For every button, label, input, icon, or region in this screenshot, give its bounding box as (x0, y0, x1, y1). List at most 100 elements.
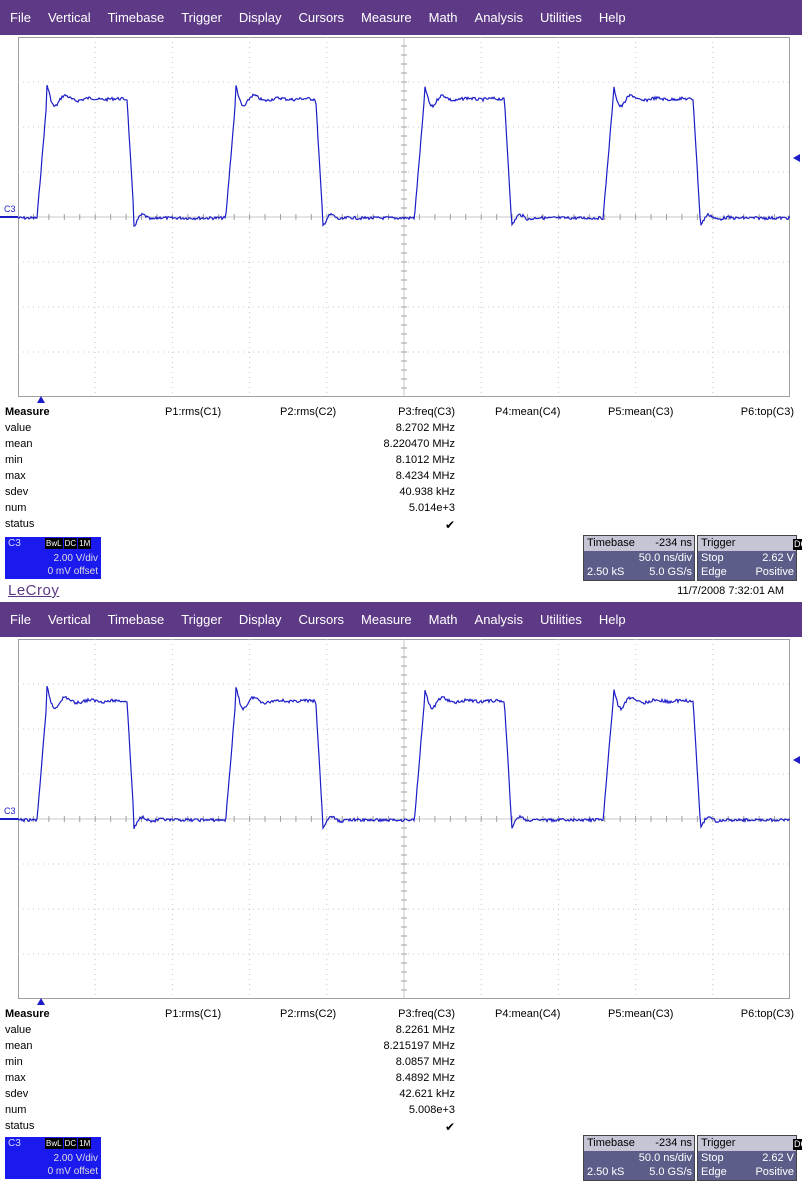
p3-max: 8.4892 MHz (395, 1072, 455, 1084)
param-header-p6[interactable]: P6:top(C3) (741, 406, 794, 418)
timebase-descriptor[interactable]: Timebase -234 ns 50.0 ns/div 2.50 kS 5.0 G… (583, 1135, 695, 1181)
menu-help[interactable]: Help (589, 612, 633, 627)
channel-ground-marker (0, 216, 18, 218)
param-header-p4[interactable]: P4:mean(C4) (495, 1008, 560, 1020)
measure-title[interactable]: Measure (5, 406, 50, 418)
row-label: mean (5, 438, 33, 450)
menu-file[interactable]: File (0, 10, 38, 25)
param-header-p5[interactable]: P5:mean(C3) (608, 406, 673, 418)
trigger-level-marker (793, 756, 800, 764)
badge-bwl: BwL (45, 1138, 63, 1149)
badge-1m: 1M (78, 538, 92, 549)
measure-row-num: num 5.014e+3 (0, 501, 802, 517)
p3-value: 8.2261 MHz (395, 1024, 455, 1036)
offset: 0 mV offset (47, 566, 98, 577)
param-header-p5[interactable]: P5:mean(C3) (608, 1008, 673, 1020)
trigger-level-marker (793, 154, 800, 162)
channel-ground-label: C3 (4, 806, 16, 816)
menu-timebase[interactable]: Timebase (98, 10, 172, 25)
menu-math[interactable]: Math (419, 612, 465, 627)
channel-badges: BwL DC 1M (45, 538, 92, 549)
trigger-slope: Positive (755, 566, 794, 578)
graticule (18, 639, 790, 999)
measure-row-mean: mean 8.220470 MHz (0, 437, 802, 453)
waveform-display[interactable] (18, 639, 790, 999)
menu-cursors[interactable]: Cursors (289, 10, 352, 25)
timestamp: 11/7/2008 7:32:01 AM (677, 585, 784, 597)
param-header-p1[interactable]: P1:rms(C1) (165, 1008, 221, 1020)
trigger-descriptor[interactable]: Trigger C3DC Stop2.62 V EdgePositive (697, 1135, 802, 1181)
param-header-p2[interactable]: P2:rms(C2) (280, 406, 336, 418)
badge-dc: DC (63, 538, 78, 549)
row-label: num (5, 502, 27, 514)
badge-dc: DC (63, 1138, 78, 1149)
menu-cursors[interactable]: Cursors (289, 612, 352, 627)
menu-file[interactable]: File (0, 612, 38, 627)
sample-count: 2.50 kS (587, 566, 625, 578)
timebase-label: Timebase (587, 537, 635, 549)
menu-analysis[interactable]: Analysis (465, 612, 530, 627)
trigger-label: Trigger (701, 537, 736, 549)
trigger-type: Edge (701, 566, 727, 578)
sample-rate: 5.0 GS/s (649, 566, 692, 578)
menu-help[interactable]: Help (589, 10, 633, 25)
trigger-mode: Stop (701, 552, 724, 564)
trigger-coupling-badge: DC (793, 539, 802, 550)
menu-utilities[interactable]: Utilities (530, 612, 589, 627)
param-header-p3[interactable]: P3:freq(C3) (398, 406, 455, 418)
menu-bar: File Vertical Timebase Trigger Display Cursor… (0, 602, 802, 637)
menu-math[interactable]: Math (419, 10, 465, 25)
menu-analysis[interactable]: Analysis (465, 10, 530, 25)
row-label: value (5, 1024, 32, 1036)
measure-row-sdev: sdev 42.621 kHz (0, 1087, 802, 1103)
measure-title[interactable]: Measure (5, 1008, 50, 1020)
menu-utilities[interactable]: Utilities (530, 10, 589, 25)
channel-descriptor[interactable]: C3 BwL DC 1M 2.00 V/div 0 mV offset (5, 1137, 101, 1179)
p3-mean: 8.215197 MHz (383, 1040, 455, 1052)
channel-descriptor[interactable]: C3 BwL DC 1M 2.00 V/div 0 mV offset (5, 537, 101, 579)
p3-num: 5.008e+3 (408, 1104, 455, 1116)
timebase-descriptor[interactable]: Timebase -234 ns 50.0 ns/div 2.50 kS 5.0 G… (583, 535, 695, 581)
menu-vertical[interactable]: Vertical (38, 612, 98, 627)
channel-badges: BwL DC 1M (45, 1138, 92, 1149)
menu-display[interactable]: Display (229, 10, 289, 25)
trigger-descriptor[interactable]: Trigger C3DC Stop2.62 V EdgePositive (697, 535, 802, 581)
menu-measure[interactable]: Measure (351, 612, 419, 627)
measure-row-status: status ✔ (0, 1119, 802, 1135)
measure-row-status: status ✔ (0, 517, 802, 533)
sample-count: 2.50 kS (587, 1166, 625, 1178)
waveform-display[interactable] (18, 37, 790, 397)
p3-num: 5.014e+3 (408, 502, 455, 514)
p3-value: 8.2702 MHz (395, 422, 455, 434)
row-label: max (5, 1072, 26, 1084)
measure-table: Measure P1:rms(C1) P2:rms(C2) P3:freq(C3) P4… (0, 405, 802, 533)
measure-row-mean: mean 8.215197 MHz (0, 1039, 802, 1055)
param-header-p4[interactable]: P4:mean(C4) (495, 406, 560, 418)
trigger-slope: Positive (755, 1166, 794, 1178)
param-header-p1[interactable]: P1:rms(C1) (165, 406, 221, 418)
row-label: num (5, 1104, 27, 1116)
p3-min: 8.0857 MHz (395, 1056, 455, 1068)
badge-bwl: BwL (45, 538, 63, 549)
p3-max: 8.4234 MHz (395, 470, 455, 482)
menu-trigger[interactable]: Trigger (171, 10, 229, 25)
menu-trigger[interactable]: Trigger (171, 612, 229, 627)
menu-display[interactable]: Display (229, 612, 289, 627)
param-header-p2[interactable]: P2:rms(C2) (280, 1008, 336, 1020)
badge-1m: 1M (78, 1138, 92, 1149)
trigger-position-marker (37, 998, 45, 1005)
param-header-p3[interactable]: P3:freq(C3) (398, 1008, 455, 1020)
menu-measure[interactable]: Measure (351, 10, 419, 25)
row-label: sdev (5, 486, 29, 498)
menu-timebase[interactable]: Timebase (98, 612, 172, 627)
row-label: min (5, 454, 23, 466)
p3-min: 8.1012 MHz (395, 454, 455, 466)
param-header-p6[interactable]: P6:top(C3) (741, 1008, 794, 1020)
offset: 0 mV offset (47, 1166, 98, 1177)
trigger-level: 2.62 V (762, 552, 794, 564)
trigger-label: Trigger (701, 1137, 736, 1149)
row-label: sdev (5, 1088, 29, 1100)
channel-name: C3 (8, 538, 21, 549)
menu-vertical[interactable]: Vertical (38, 10, 98, 25)
measure-table: Measure P1:rms(C1) P2:rms(C2) P3:freq(C3) P4… (0, 1007, 802, 1135)
